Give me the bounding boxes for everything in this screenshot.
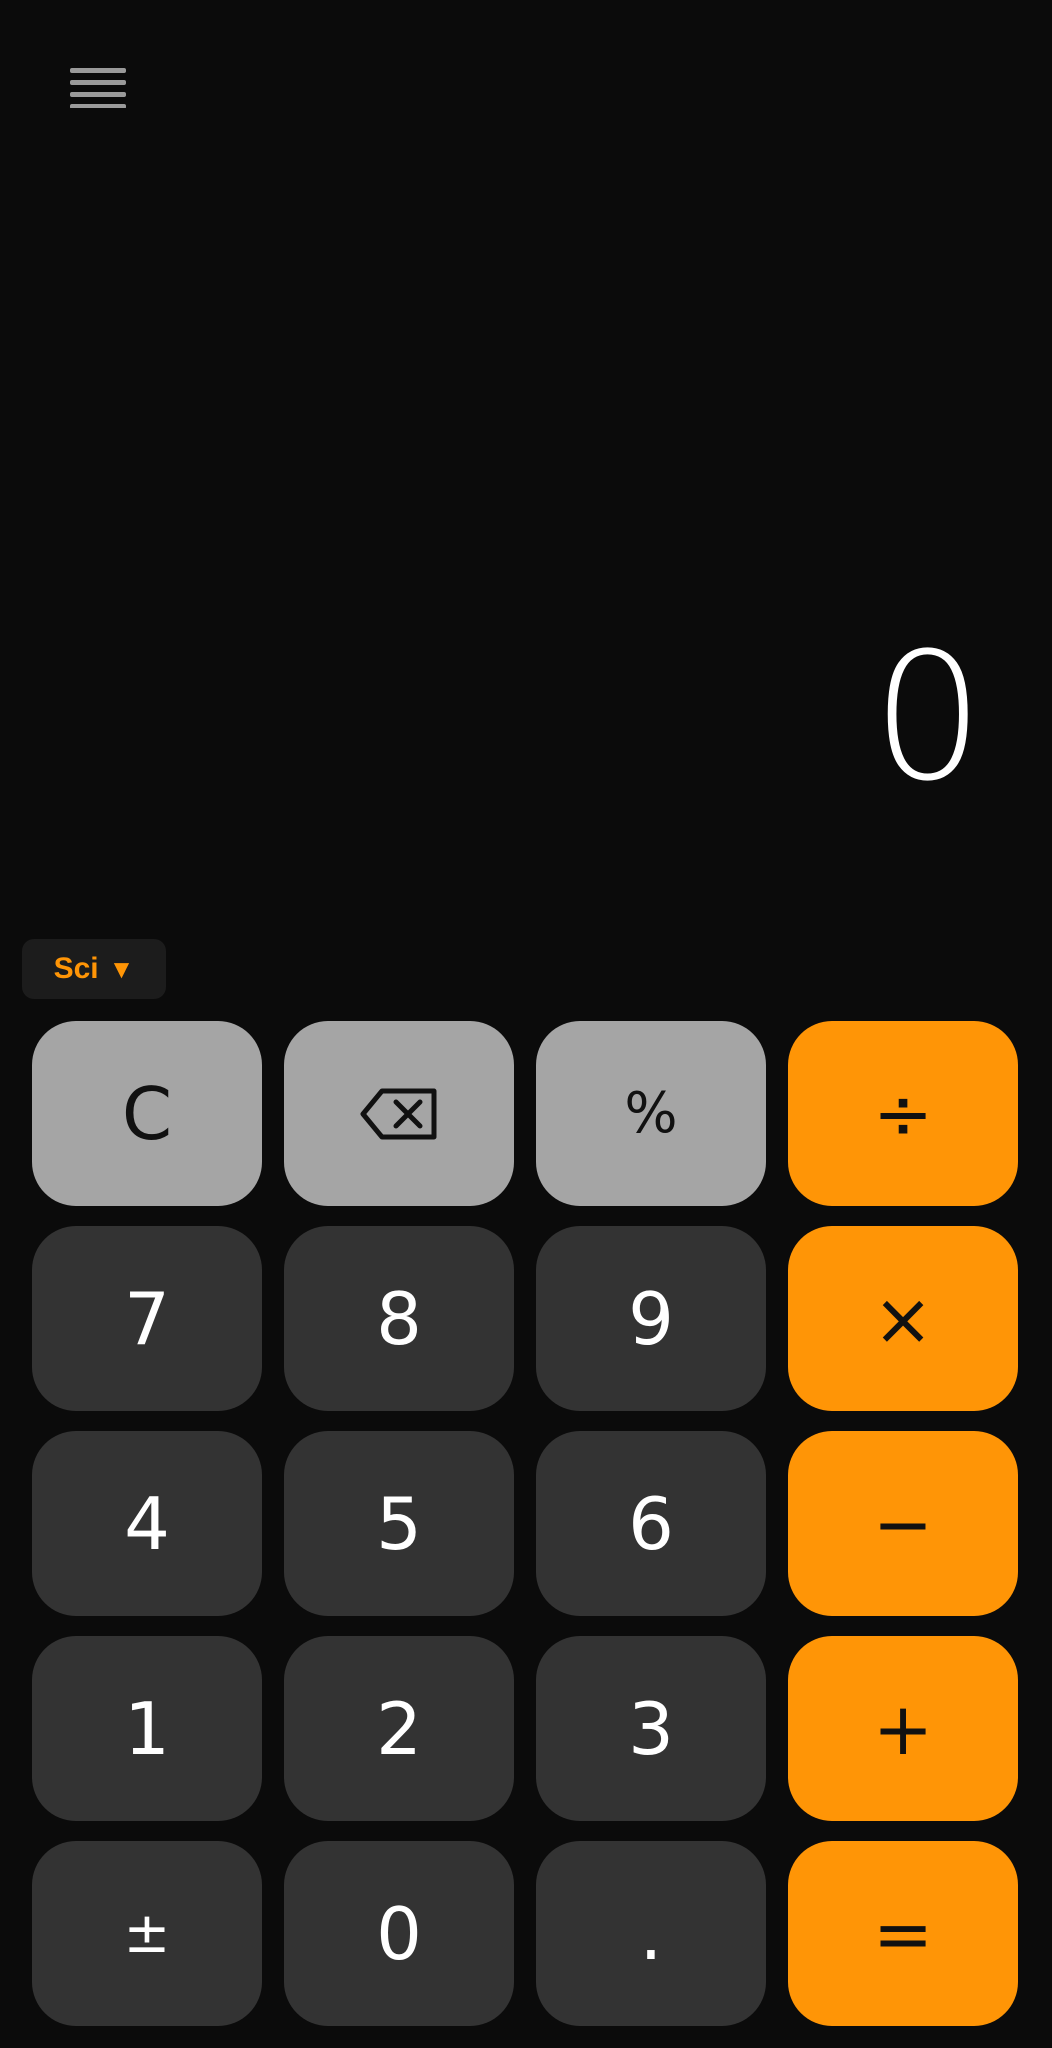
keypad: C % ÷ 7 8 9 × 4 5 6 − 1 2 3 + ± 0 . = bbox=[32, 1021, 1020, 2026]
percent-button[interactable]: % bbox=[536, 1021, 766, 1206]
digit-4-button[interactable]: 4 bbox=[32, 1431, 262, 1616]
equals-button[interactable]: = bbox=[788, 1841, 1018, 2026]
digit-8-button[interactable]: 8 bbox=[284, 1226, 514, 1411]
digit-2-button[interactable]: 2 bbox=[284, 1636, 514, 1821]
digit-7-button[interactable]: 7 bbox=[32, 1226, 262, 1411]
digit-5-button[interactable]: 5 bbox=[284, 1431, 514, 1616]
plus-button[interactable]: + bbox=[788, 1636, 1018, 1821]
minus-button[interactable]: − bbox=[788, 1431, 1018, 1616]
caret-down-icon: ▼ bbox=[108, 953, 135, 984]
digit-3-button[interactable]: 3 bbox=[536, 1636, 766, 1821]
result-display: 0 bbox=[872, 615, 984, 820]
digit-1-button[interactable]: 1 bbox=[32, 1636, 262, 1821]
clear-button[interactable]: C bbox=[32, 1021, 262, 1206]
scientific-mode-toggle[interactable]: Sci ▼ bbox=[22, 939, 166, 999]
divide-button[interactable]: ÷ bbox=[788, 1021, 1018, 1206]
backspace-button[interactable] bbox=[284, 1021, 514, 1206]
multiply-button[interactable]: × bbox=[788, 1226, 1018, 1411]
digit-6-button[interactable]: 6 bbox=[536, 1431, 766, 1616]
hamburger-menu-icon bbox=[70, 68, 126, 108]
sci-toggle-label: Sci bbox=[53, 952, 99, 985]
backspace-icon bbox=[360, 1088, 437, 1139]
digit-0-button[interactable]: 0 bbox=[284, 1841, 514, 2026]
decimal-button[interactable]: . bbox=[536, 1841, 766, 2026]
plus-minus-button[interactable]: ± bbox=[32, 1841, 262, 2026]
menu-button[interactable] bbox=[58, 52, 138, 128]
digit-9-button[interactable]: 9 bbox=[536, 1226, 766, 1411]
